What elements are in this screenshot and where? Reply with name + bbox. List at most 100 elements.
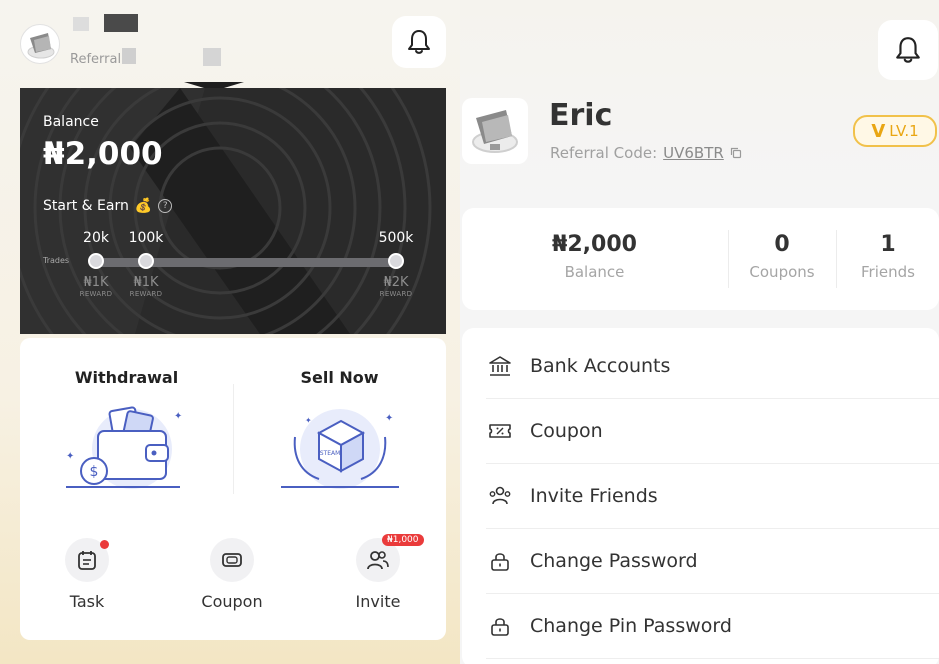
milestone-knob bbox=[138, 253, 154, 269]
steam-box-illustration: STEAM ✦ ✦ bbox=[280, 409, 399, 489]
level-badge[interactable]: V LV.1 bbox=[853, 115, 937, 147]
stat-value: 1 bbox=[880, 232, 896, 257]
menu-item-coupon[interactable]: Coupon bbox=[486, 399, 939, 464]
balance-card: Balance ₦2,000 Start & Earn 💰 ? Trades 2… bbox=[20, 88, 446, 334]
svg-text:✦: ✦ bbox=[305, 416, 312, 425]
notifications-button[interactable] bbox=[878, 20, 938, 80]
invite-label: Invite bbox=[355, 592, 401, 611]
coupon-label: Coupon bbox=[201, 592, 263, 611]
level-text: LV.1 bbox=[889, 122, 919, 140]
menu-item-bank-accounts[interactable]: Bank Accounts bbox=[486, 334, 939, 399]
stat-label: Balance bbox=[564, 263, 625, 281]
coupon-button[interactable]: Coupon bbox=[182, 538, 282, 611]
avatar-image bbox=[472, 110, 518, 153]
users-icon bbox=[367, 551, 389, 570]
sell-now-button[interactable]: Sell Now STEAM ✦ ✦ bbox=[233, 368, 446, 501]
stat-balance[interactable]: ₦2,000 Balance bbox=[482, 232, 707, 281]
milestone-trades: 100k bbox=[128, 230, 164, 246]
coupon-icon bbox=[486, 417, 514, 445]
vip-icon: V bbox=[871, 120, 886, 142]
milestone-reward: ₦1K REWARD bbox=[130, 275, 163, 298]
svg-text:$: $ bbox=[89, 464, 98, 480]
calendar-icon bbox=[78, 551, 96, 570]
reward-label: REWARD bbox=[129, 290, 163, 298]
invite-icon-circle: ₦1,000 bbox=[356, 534, 424, 582]
menu-item-change-password[interactable]: Change Password bbox=[486, 529, 939, 594]
bell-icon bbox=[408, 30, 430, 54]
actions-card: Withdrawal $ ✦ ✦ Sell Now STEAM ✦ ✦ Task… bbox=[20, 338, 446, 640]
milestone-knob bbox=[88, 253, 104, 269]
menu-item-label: Bank Accounts bbox=[530, 355, 671, 377]
settings-menu: Bank Accounts Coupon Invite Friends Chan… bbox=[462, 328, 939, 664]
reward-amount: ₦1K bbox=[133, 275, 159, 290]
task-button[interactable]: Task bbox=[37, 538, 137, 611]
stat-value: 0 bbox=[774, 232, 790, 257]
invite-button[interactable]: ₦1,000 Invite bbox=[328, 534, 428, 611]
svg-text:✦: ✦ bbox=[385, 413, 393, 424]
wallet-illustration: $ ✦ ✦ bbox=[65, 406, 182, 489]
stat-value: ₦2,000 bbox=[552, 232, 637, 257]
menu-item-change-pin-password[interactable]: Change Pin Password bbox=[486, 594, 939, 659]
stat-label: Friends bbox=[861, 263, 915, 281]
invite-reward-badge: ₦1,000 bbox=[382, 534, 424, 546]
stat-friends[interactable]: 1 Friends bbox=[840, 232, 936, 281]
blurred-code-part bbox=[203, 48, 221, 66]
bell-icon bbox=[896, 37, 920, 63]
menu-item-label: Change Pin Password bbox=[530, 615, 732, 637]
start-earn-label: Start & Earn bbox=[43, 198, 129, 214]
ticket-icon bbox=[222, 553, 242, 567]
withdrawal-button[interactable]: Withdrawal $ ✦ ✦ bbox=[20, 368, 233, 501]
blurred-code-part bbox=[122, 48, 136, 64]
milestone-trades: 20k bbox=[83, 230, 109, 246]
money-bag-icon: 💰 bbox=[134, 198, 153, 214]
reward-label: REWARD bbox=[379, 290, 413, 298]
divider bbox=[728, 230, 729, 288]
svg-text:✦: ✦ bbox=[66, 451, 74, 462]
stat-coupons[interactable]: 0 Coupons bbox=[732, 232, 832, 281]
avatar[interactable] bbox=[20, 24, 60, 64]
milestone-knob bbox=[388, 253, 404, 269]
header-background bbox=[460, 0, 939, 200]
referral-label: Referral Code: bbox=[550, 144, 658, 162]
sell-now-title: Sell Now bbox=[300, 368, 379, 387]
bank-icon bbox=[486, 352, 514, 380]
copy-icon[interactable] bbox=[730, 147, 742, 159]
left-screen: Referral Balance ₦2,000 Start & Earn 💰 ? bbox=[0, 0, 460, 664]
reward-amount: ₦2K bbox=[383, 275, 409, 290]
notifications-button[interactable] bbox=[392, 16, 446, 68]
stats-card: ₦2,000 Balance 0 Coupons 1 Friends bbox=[462, 208, 939, 310]
lock-icon bbox=[486, 612, 514, 640]
balance-value: ₦2,000 bbox=[43, 136, 163, 172]
avatar-image bbox=[27, 33, 55, 59]
balance-label: Balance bbox=[43, 114, 99, 130]
menu-item-invite-friends[interactable]: Invite Friends bbox=[486, 464, 939, 529]
milestone-reward: ₦2K REWARD bbox=[380, 275, 413, 298]
menu-item-label: Change Password bbox=[530, 550, 698, 572]
coupon-icon-circle bbox=[210, 538, 254, 582]
blurred-name-part bbox=[104, 14, 138, 32]
referral-code[interactable]: UV6BTR bbox=[663, 144, 724, 162]
avatar[interactable] bbox=[462, 98, 528, 164]
right-screen: Eric Referral Code: UV6BTR V LV.1 ₦2,000… bbox=[460, 0, 939, 664]
start-earn-row[interactable]: Start & Earn 💰 ? bbox=[43, 198, 173, 214]
menu-item-label: Coupon bbox=[530, 420, 603, 442]
friends-icon bbox=[486, 482, 514, 510]
divider bbox=[836, 230, 837, 288]
trades-label: Trades bbox=[43, 256, 70, 265]
task-label: Task bbox=[69, 592, 105, 611]
reward-label: REWARD bbox=[79, 290, 113, 298]
withdrawal-title: Withdrawal bbox=[74, 368, 179, 387]
steam-label: STEAM bbox=[319, 450, 340, 457]
notification-dot bbox=[100, 540, 109, 549]
blurred-name-part bbox=[73, 17, 89, 31]
task-icon-circle bbox=[65, 538, 109, 582]
stat-label: Coupons bbox=[749, 263, 815, 281]
referral-label: Referral bbox=[70, 52, 122, 67]
user-name: Eric bbox=[549, 98, 613, 133]
reward-amount: ₦1K bbox=[83, 275, 109, 290]
milestone-reward: ₦1K REWARD bbox=[80, 275, 113, 298]
milestone-trades: 500k bbox=[378, 230, 414, 246]
lock-icon bbox=[486, 547, 514, 575]
menu-item-label: Invite Friends bbox=[530, 485, 658, 507]
help-icon[interactable]: ? bbox=[158, 199, 173, 213]
